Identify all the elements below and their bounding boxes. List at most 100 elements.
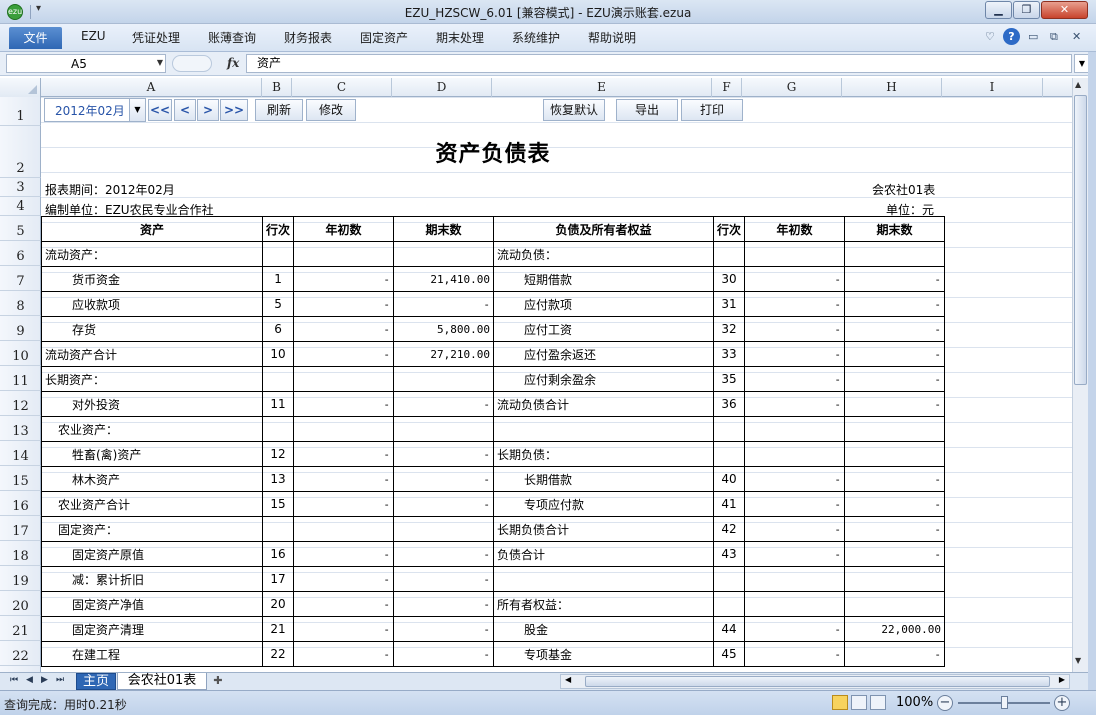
- row-header-14[interactable]: 14: [0, 441, 41, 466]
- horizontal-scrollbar[interactable]: ◀ ▶: [560, 674, 1070, 689]
- cell-asset-end[interactable]: -: [393, 441, 495, 467]
- cell-liability-item[interactable]: 专项基金: [493, 641, 715, 667]
- cell-asset-item[interactable]: 对外投资: [41, 391, 263, 417]
- tab-prev-icon[interactable]: ◀: [26, 675, 33, 685]
- cell-liability-end[interactable]: 22,000.00: [844, 616, 946, 642]
- cell-liability-begin[interactable]: -: [744, 641, 846, 667]
- cell-asset-end[interactable]: 5,800.00: [393, 316, 495, 342]
- cell-liability-item[interactable]: 专项应付款: [493, 491, 715, 517]
- cell-asset-item[interactable]: 应收款项: [41, 291, 263, 317]
- cell-asset-line-no[interactable]: 1: [261, 266, 295, 292]
- cell-asset-end[interactable]: -: [393, 541, 495, 567]
- maximize-button[interactable]: ❐: [1013, 1, 1040, 19]
- row-header-19[interactable]: 19: [0, 566, 41, 591]
- cell-asset-begin[interactable]: -: [293, 616, 395, 642]
- row-header-10[interactable]: 10: [0, 341, 41, 366]
- cell-asset-item[interactable]: 流动资产合计: [41, 341, 263, 367]
- select-all-corner[interactable]: [0, 78, 41, 97]
- header-end-balance-2[interactable]: 期末数: [844, 216, 946, 242]
- header-begin-balance[interactable]: 年初数: [293, 216, 395, 242]
- cell-liability-item[interactable]: 所有者权益：: [493, 591, 715, 617]
- export-button[interactable]: 导出: [616, 99, 678, 121]
- cell-liability-end[interactable]: [844, 591, 946, 617]
- cell-liability-item[interactable]: 应付剩余盈余: [493, 366, 715, 392]
- cell-asset-end[interactable]: [393, 366, 495, 392]
- row-header-20[interactable]: 20: [0, 591, 41, 616]
- page-break-view-icon[interactable]: [870, 695, 886, 710]
- cell-liability-item[interactable]: 短期借款: [493, 266, 715, 292]
- cell-liability-end[interactable]: -: [844, 316, 946, 342]
- row-header-12[interactable]: 12: [0, 391, 41, 416]
- cell-asset-line-no[interactable]: 16: [261, 541, 295, 567]
- cell-liability-line-no[interactable]: 31: [713, 291, 746, 317]
- cell-asset-begin[interactable]: -: [293, 341, 395, 367]
- cell-liability-begin[interactable]: -: [744, 516, 846, 542]
- cell-liability-item[interactable]: 股金: [493, 616, 715, 642]
- cell-asset-begin[interactable]: -: [293, 541, 395, 567]
- row-header-21[interactable]: 21: [0, 616, 41, 641]
- cell-asset-begin[interactable]: -: [293, 316, 395, 342]
- cell-asset-end[interactable]: [393, 416, 495, 442]
- header-line-no-2[interactable]: 行次: [713, 216, 746, 242]
- cell-liability-line-no[interactable]: 44: [713, 616, 746, 642]
- cell-asset-begin[interactable]: -: [293, 291, 395, 317]
- cell-asset-item[interactable]: 减：累计折旧: [41, 566, 263, 592]
- row-header-13[interactable]: 13: [0, 416, 41, 441]
- cell-asset-end[interactable]: 27,210.00: [393, 341, 495, 367]
- cell-liability-begin[interactable]: -: [744, 291, 846, 317]
- row-header-17[interactable]: 17: [0, 516, 41, 541]
- name-box[interactable]: A5 ▼: [6, 54, 166, 73]
- cell-asset-end[interactable]: -: [393, 391, 495, 417]
- cell-asset-item[interactable]: 固定资产净值: [41, 591, 263, 617]
- cell-liability-item[interactable]: 负债合计: [493, 541, 715, 567]
- cell-asset-end[interactable]: -: [393, 616, 495, 642]
- edit-button[interactable]: 修改: [306, 99, 356, 121]
- menu-fixed-assets[interactable]: 固定资产: [360, 29, 408, 46]
- cell-asset-item[interactable]: 在建工程: [41, 641, 263, 667]
- cell-liability-begin[interactable]: [744, 416, 846, 442]
- prev-period-button[interactable]: <: [174, 99, 196, 121]
- menu-help[interactable]: 帮助说明: [588, 29, 636, 46]
- cell-asset-begin[interactable]: [293, 516, 395, 542]
- vertical-scroll-thumb[interactable]: [1074, 95, 1087, 385]
- cell-asset-item[interactable]: 存货: [41, 316, 263, 342]
- cell-asset-end[interactable]: [393, 516, 495, 542]
- column-header-d[interactable]: D: [392, 78, 492, 97]
- cell-liability-line-no[interactable]: [713, 241, 746, 267]
- header-begin-balance-2[interactable]: 年初数: [744, 216, 846, 242]
- row-header-15[interactable]: 15: [0, 466, 41, 491]
- row-header-18[interactable]: 18: [0, 541, 41, 566]
- header-end-balance[interactable]: 期末数: [393, 216, 495, 242]
- cell-liability-line-no[interactable]: 45: [713, 641, 746, 667]
- fx-icon[interactable]: fx: [227, 56, 239, 70]
- cell-asset-line-no[interactable]: 17: [261, 566, 295, 592]
- cell-asset-item[interactable]: 农业资产：: [41, 416, 263, 442]
- cell-liability-item[interactable]: 流动负债合计: [493, 391, 715, 417]
- row-header-1[interactable]: 1: [0, 97, 41, 126]
- scroll-up-icon[interactable]: ▲: [1075, 80, 1081, 89]
- cell-asset-line-no[interactable]: [261, 241, 295, 267]
- cell-asset-line-no[interactable]: 13: [261, 466, 295, 492]
- cell-liability-line-no[interactable]: 33: [713, 341, 746, 367]
- menu-ledger[interactable]: 账薄查询: [208, 29, 256, 46]
- menu-reports[interactable]: 财务报表: [284, 29, 332, 46]
- column-header-e[interactable]: E: [492, 78, 712, 97]
- row-header-11[interactable]: 11: [0, 366, 41, 391]
- row-header-9[interactable]: 9: [0, 316, 41, 341]
- refresh-button[interactable]: 刷新: [255, 99, 303, 121]
- cell-asset-line-no[interactable]: 21: [261, 616, 295, 642]
- cell-liability-line-no[interactable]: 40: [713, 466, 746, 492]
- cell-liability-line-no[interactable]: 30: [713, 266, 746, 292]
- horizontal-scroll-thumb[interactable]: [585, 676, 1050, 687]
- cell-asset-line-no[interactable]: [261, 516, 295, 542]
- cell-asset-line-no[interactable]: [261, 416, 295, 442]
- cell-liability-end[interactable]: -: [844, 366, 946, 392]
- cell-asset-item[interactable]: 固定资产：: [41, 516, 263, 542]
- cell-liability-end[interactable]: -: [844, 341, 946, 367]
- cell-liability-end[interactable]: -: [844, 266, 946, 292]
- row-header-5[interactable]: 5: [0, 216, 41, 241]
- cell-asset-line-no[interactable]: 6: [261, 316, 295, 342]
- cell-liability-begin[interactable]: -: [744, 366, 846, 392]
- cell-liability-end[interactable]: -: [844, 516, 946, 542]
- tab-first-icon[interactable]: ⏮: [10, 675, 18, 685]
